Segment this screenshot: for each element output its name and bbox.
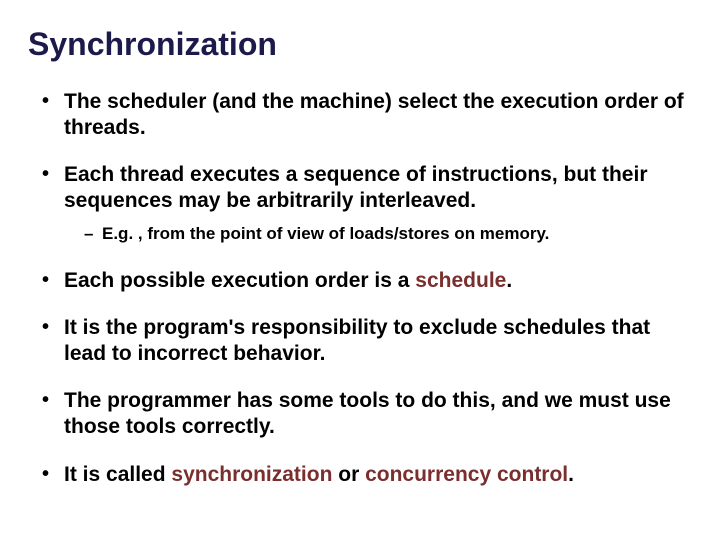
bullet-text: The programmer has some tools to do this… [64,389,671,438]
bullet-text: The scheduler (and the machine) select t… [64,90,684,139]
bullet-item: The scheduler (and the machine) select t… [42,89,688,140]
sub-bullet-list: E.g. , from the point of view of loads/s… [64,223,688,245]
bullet-item: Each thread executes a sequence of instr… [42,162,688,245]
bullet-item: The programmer has some tools to do this… [42,388,688,439]
bullet-text-part: . [506,269,512,292]
bullet-text-part: . [568,463,574,486]
bullet-text-part: Each possible execution order is a [64,269,415,292]
slide-title: Synchronization [28,26,692,63]
bullet-text-part: or [332,463,365,486]
emphasis-concurrency-control: concurrency control [365,463,568,486]
sub-bullet-text: E.g. , from the point of view of loads/s… [102,224,549,243]
bullet-list: The scheduler (and the machine) select t… [28,89,692,487]
slide: Synchronization The scheduler (and the m… [0,0,720,540]
sub-bullet-item: E.g. , from the point of view of loads/s… [84,223,688,245]
bullet-item: It is called synchronization or concurre… [42,462,688,488]
bullet-text: Each thread executes a sequence of instr… [64,163,648,212]
bullet-item: It is the program's responsibility to ex… [42,315,688,366]
emphasis-synchronization: synchronization [171,463,332,486]
bullet-text-part: It is called [64,463,171,486]
bullet-item: Each possible execution order is a sched… [42,268,688,294]
bullet-text: It is the program's responsibility to ex… [64,316,650,365]
emphasis-schedule: schedule [415,269,506,292]
